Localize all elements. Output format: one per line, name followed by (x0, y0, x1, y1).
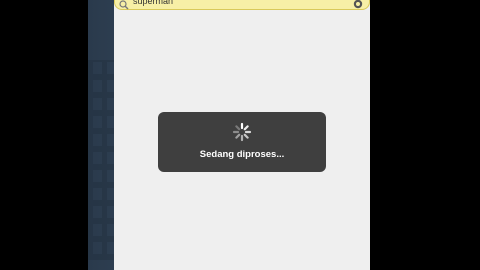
spinner-icon (232, 122, 252, 142)
search-bar[interactable]: superman (114, 0, 370, 10)
gear-icon[interactable] (353, 0, 363, 9)
search-icon[interactable] (119, 0, 129, 10)
loading-message: Sedang diproses... (199, 149, 285, 160)
loading-dialog: Sedang diproses... (158, 112, 326, 172)
search-input[interactable]: superman (133, 0, 173, 6)
